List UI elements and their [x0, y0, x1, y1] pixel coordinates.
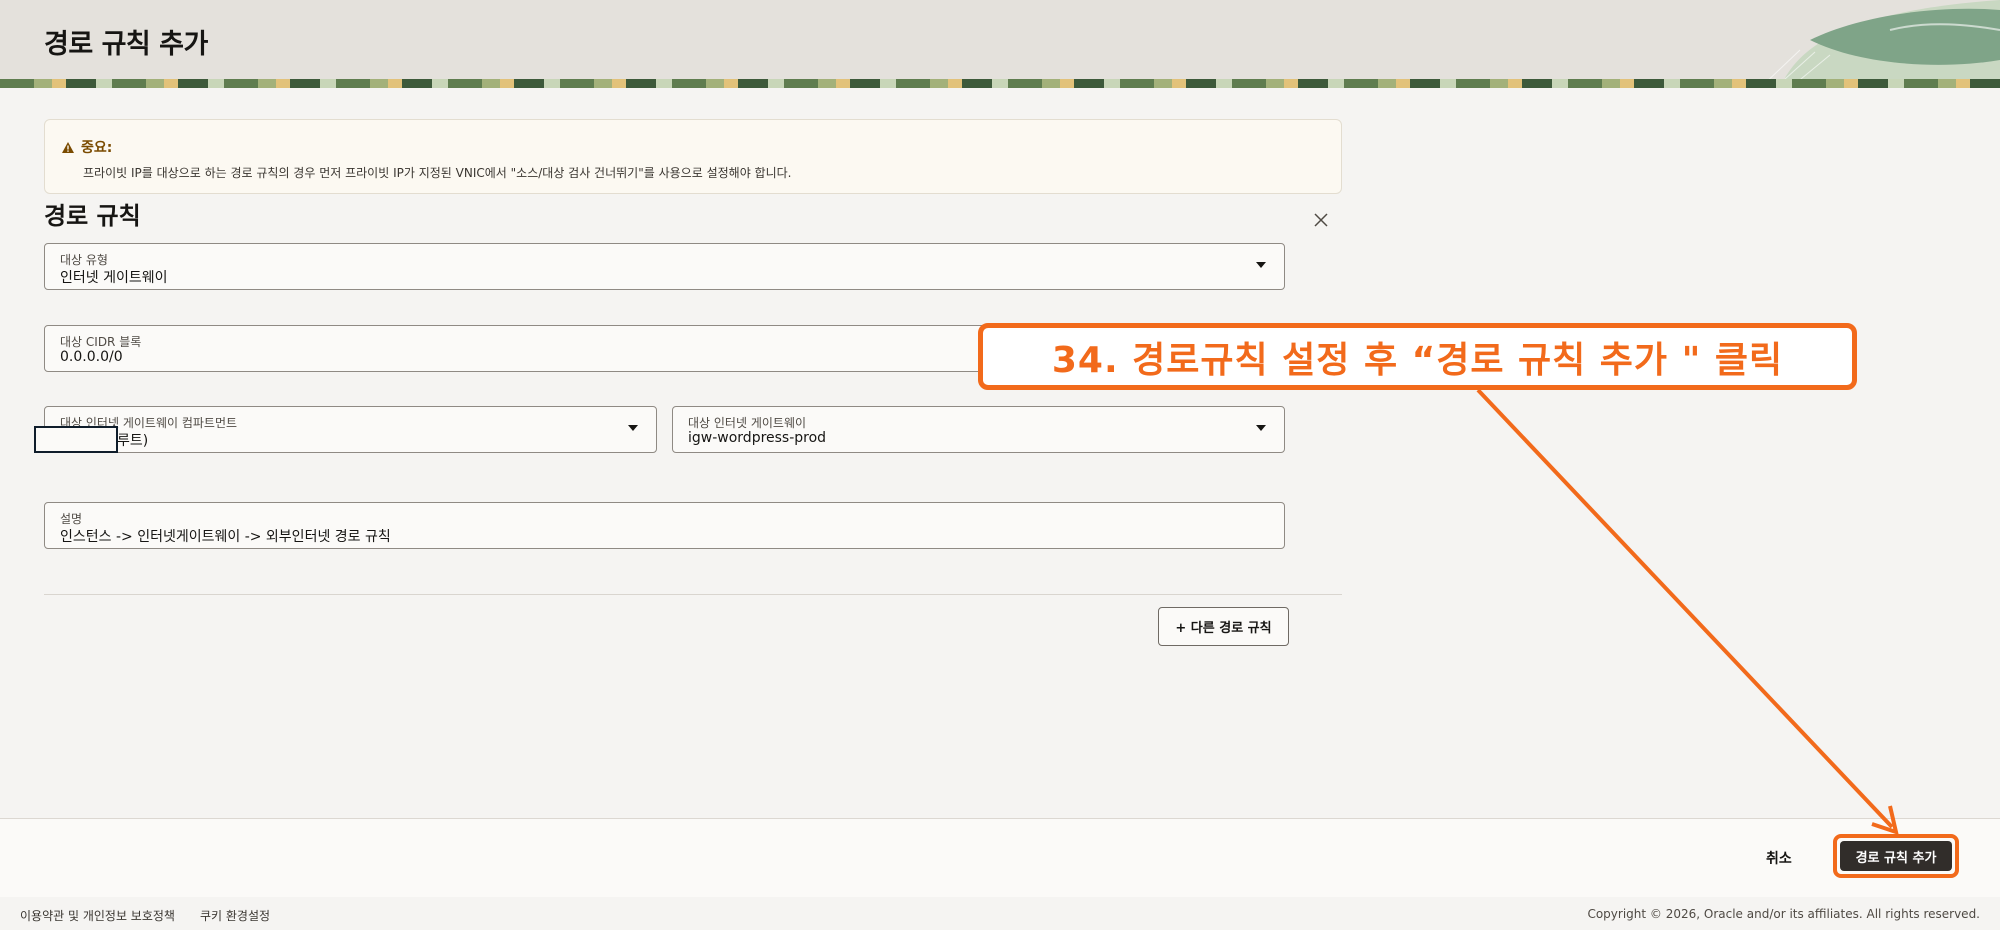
cookie-preferences-link[interactable]: 쿠키 환경설정	[200, 907, 270, 924]
header-decoration	[1759, 0, 2000, 88]
cancel-button[interactable]: 취소	[1760, 847, 1798, 869]
annotation-callout: 34. 경로규칙 설정 후 “경로 규칙 추가 " 클릭	[978, 323, 1857, 390]
description-input[interactable]: 설명 인스턴스 -> 인터넷게이트웨이 -> 외부인터넷 경로 규칙	[44, 502, 1285, 549]
compartment-value: 루트)	[117, 433, 149, 449]
add-route-rule-button[interactable]: 경로 규칙 추가	[1840, 841, 1952, 871]
target-type-select[interactable]: 대상 유형 인터넷 게이트웨이	[44, 243, 1285, 290]
chevron-down-icon	[1256, 425, 1266, 431]
section-title: 경로 규칙	[44, 202, 141, 230]
cidr-value: 0.0.0.0/0	[60, 349, 123, 365]
target-type-label: 대상 유형	[60, 253, 108, 267]
important-notice: 중요: 프라이빗 IP를 대상으로 하는 경로 규칙의 경우 먼저 프라이빗 I…	[44, 119, 1342, 194]
action-bar: 취소 경로 규칙 추가	[0, 818, 2000, 897]
page-title: 경로 규칙 추가	[44, 29, 208, 60]
description-label: 설명	[60, 512, 83, 526]
description-value: 인스턴스 -> 인터넷게이트웨이 -> 외부인터넷 경로 규칙	[60, 529, 391, 545]
notice-text: 프라이빗 IP를 대상으로 하는 경로 규칙의 경우 먼저 프라이빗 IP가 지…	[83, 166, 792, 180]
header-pattern-strip	[0, 79, 2000, 88]
close-icon	[1314, 213, 1328, 227]
page-header: 경로 규칙 추가	[0, 0, 2000, 88]
remove-rule-button[interactable]	[1310, 209, 1332, 231]
cidr-label: 대상 CIDR 블록	[60, 335, 142, 349]
add-another-rule-button[interactable]: + 다른 경로 규칙	[1158, 607, 1289, 646]
legal-footer: 이용약관 및 개인정보 보호정책 쿠키 환경설정 Copyright © 202…	[0, 897, 2000, 930]
redacted-box	[34, 426, 118, 453]
terms-link[interactable]: 이용약관 및 개인정보 보호정책	[20, 907, 175, 924]
internet-gateway-select[interactable]: 대상 인터넷 게이트웨이 igw-wordpress-prod	[672, 406, 1285, 453]
copyright-text: Copyright © 2026, Oracle and/or its affi…	[1587, 907, 1980, 921]
target-type-value: 인터넷 게이트웨이	[60, 270, 168, 286]
notice-title: 중요:	[81, 140, 113, 156]
gateway-label: 대상 인터넷 게이트웨이	[688, 416, 807, 430]
gateway-compartment-select[interactable]: 대상 인터넷 게이트웨이 컴파트먼트 루트)	[44, 406, 657, 453]
warning-icon	[62, 141, 74, 153]
annotation-text: 34. 경로규칙 설정 후 “경로 규칙 추가 " 클릭	[1051, 339, 1784, 381]
submit-highlight: 경로 규칙 추가	[1833, 834, 1959, 878]
divider	[44, 594, 1342, 595]
chevron-down-icon	[1256, 262, 1266, 268]
chevron-down-icon	[628, 425, 638, 431]
gateway-value: igw-wordpress-prod	[688, 430, 827, 446]
